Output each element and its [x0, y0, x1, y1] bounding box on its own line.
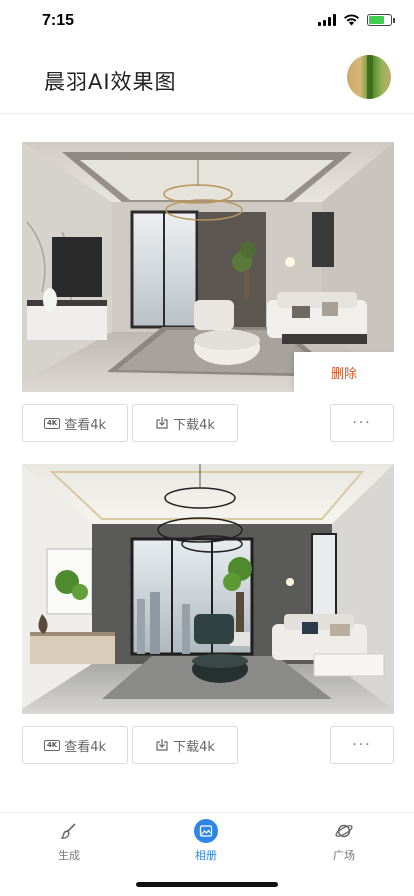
tab-plaza-label: 广场: [333, 849, 355, 862]
card-actions: 4K 查看4k 下载4k ···: [22, 726, 394, 764]
tab-plaza[interactable]: 广场: [304, 819, 384, 863]
tab-generate[interactable]: 生成: [29, 819, 109, 863]
download-icon: [156, 739, 168, 751]
status-bar: 7:15: [0, 0, 414, 44]
avatar[interactable]: [347, 55, 391, 99]
brush-icon: [57, 819, 81, 843]
card-actions: 4K 查看4k 下载4k ···: [22, 404, 394, 442]
planet-icon: [332, 819, 356, 843]
status-time: 7:15: [42, 12, 75, 29]
4k-icon: 4K: [43, 739, 61, 751]
image-icon: [194, 819, 218, 843]
view-4k-label: 查看4k: [64, 417, 107, 433]
download-icon: [156, 417, 168, 429]
living-room-image: [22, 464, 394, 714]
status-icons: [318, 14, 395, 26]
home-indicator: [136, 882, 278, 887]
interior-render-image[interactable]: 删除: [22, 142, 394, 392]
tab-album-label: 相册: [195, 849, 217, 862]
more-button[interactable]: ···: [330, 726, 394, 764]
download-4k-button[interactable]: 下载4k: [132, 726, 238, 764]
view-4k-button[interactable]: 4K 查看4k: [22, 404, 128, 442]
interior-render-image[interactable]: [22, 464, 394, 714]
battery-icon: [367, 14, 395, 26]
more-button[interactable]: ···: [330, 404, 394, 442]
wifi-icon: [344, 14, 359, 26]
app-header: 晨羽AI效果图: [0, 44, 414, 114]
download-4k-button[interactable]: 下载4k: [132, 404, 238, 442]
delete-button[interactable]: 删除: [294, 352, 394, 392]
download-4k-label: 下载4k: [173, 417, 215, 433]
cellular-signal-icon: [318, 14, 336, 26]
4k-icon: 4K: [43, 417, 61, 429]
tab-album[interactable]: 相册: [166, 819, 246, 863]
tab-generate-label: 生成: [58, 849, 80, 862]
page-title: 晨羽AI效果图: [44, 70, 177, 94]
view-4k-label: 查看4k: [64, 739, 107, 755]
download-4k-label: 下载4k: [173, 739, 215, 755]
view-4k-button[interactable]: 4K 查看4k: [22, 726, 128, 764]
